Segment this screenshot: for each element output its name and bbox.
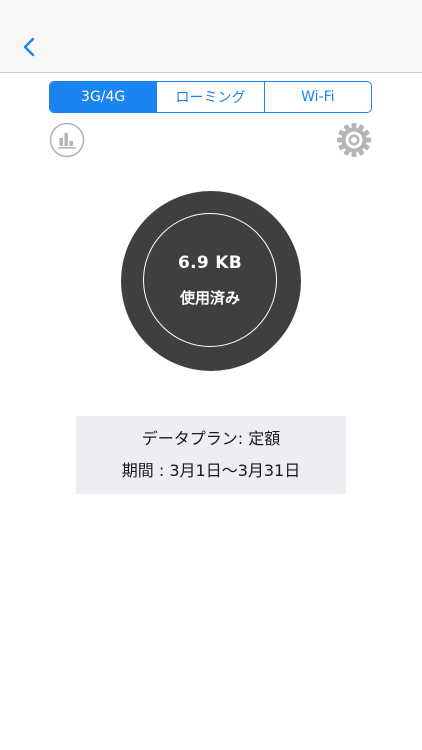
tab-3g4g[interactable]: 3G/4G: [50, 82, 157, 112]
statistics-button[interactable]: [49, 122, 85, 158]
tab-wifi[interactable]: Wi-Fi: [263, 82, 371, 112]
usage-amount: 6.9 KB: [178, 252, 242, 273]
data-usage-circle: 6.9 KB 使用済み: [121, 191, 301, 371]
usage-inner-ring: 6.9 KB 使用済み: [143, 213, 277, 347]
plan-period: 期間 : 3月1日〜3月31日: [121, 461, 301, 480]
tab-roaming[interactable]: ローミング: [156, 82, 263, 112]
navigation-bar: [0, 0, 422, 73]
network-type-segmented-control: 3G/4G ローミング Wi-Fi: [49, 81, 372, 113]
plan-type: データプラン: 定額: [141, 429, 281, 448]
usage-label: 使用済み: [179, 288, 240, 307]
chevron-left-icon: [23, 37, 35, 57]
settings-button[interactable]: [336, 122, 372, 158]
data-plan-info: データプラン: 定額 期間 : 3月1日〜3月31日: [76, 416, 346, 494]
bar-chart-icon: [49, 122, 85, 158]
back-button[interactable]: [14, 33, 44, 61]
gear-icon: [337, 123, 371, 157]
